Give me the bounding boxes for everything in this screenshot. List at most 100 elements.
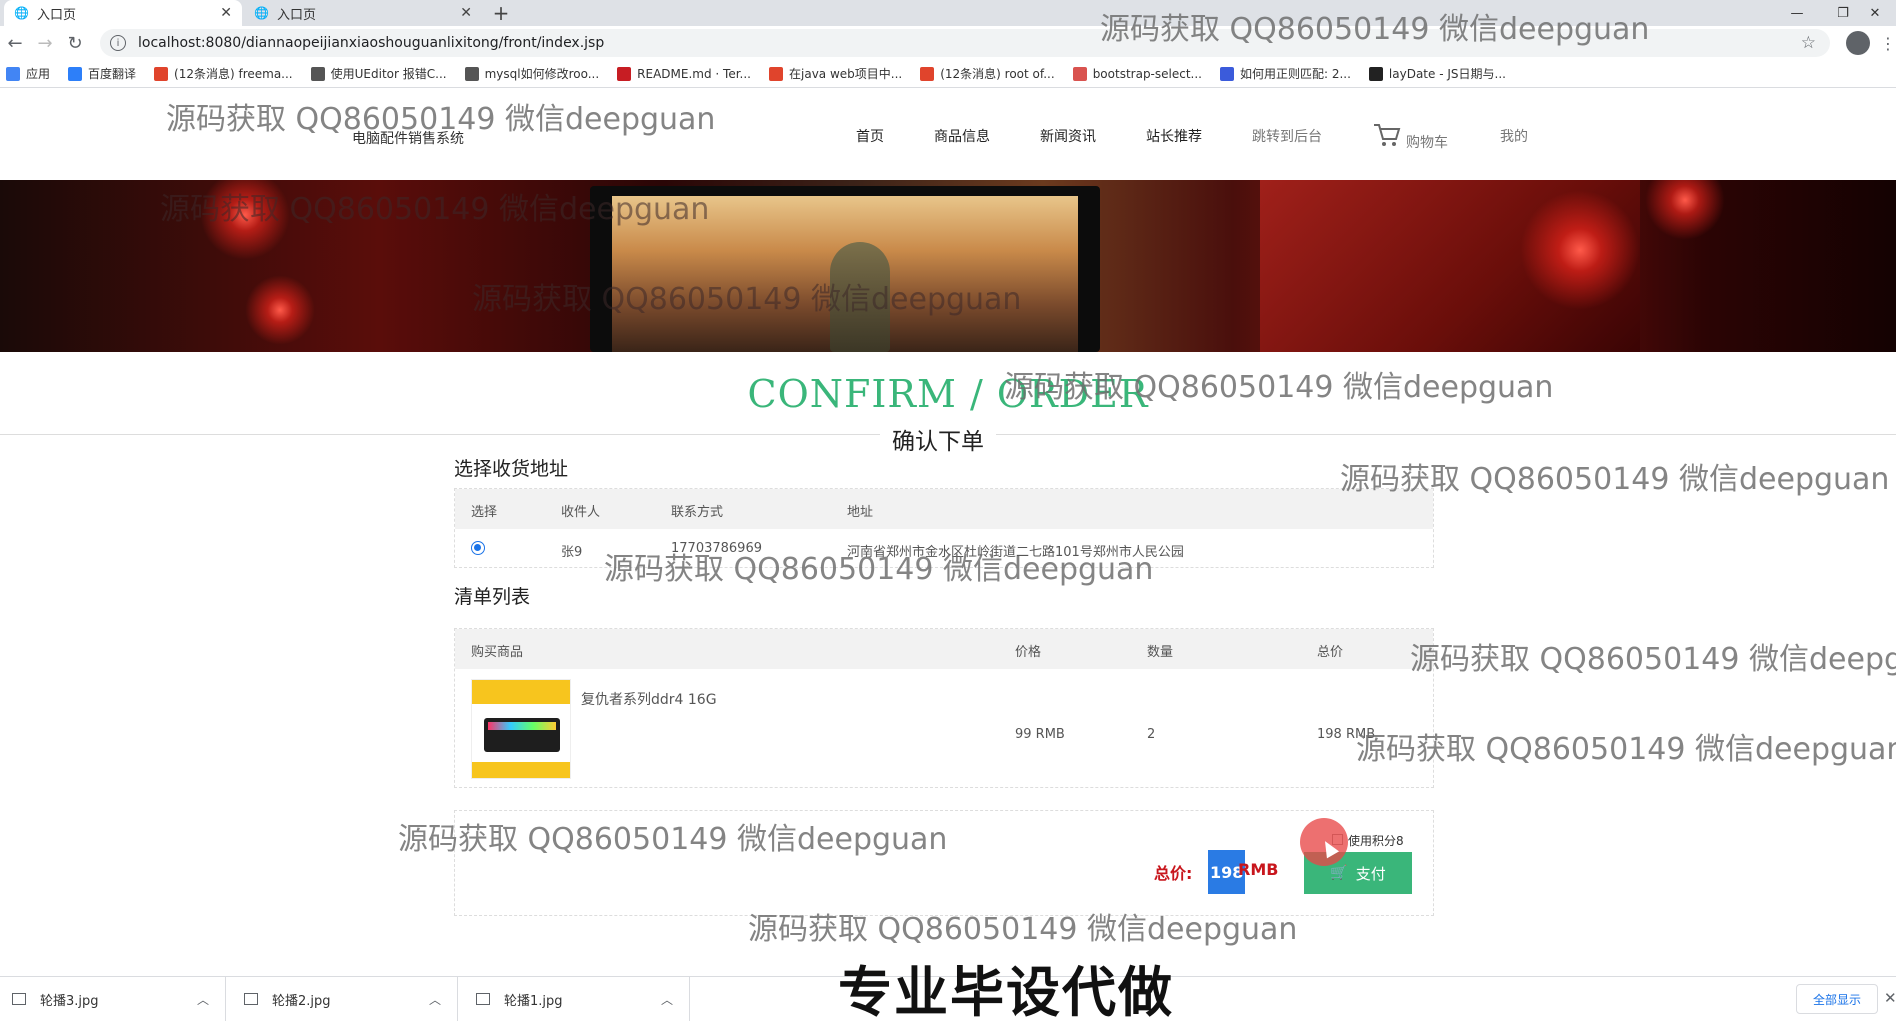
bookmark-item[interactable]: 应用 <box>6 65 50 82</box>
nav-admin[interactable]: 跳转到后台 <box>1252 126 1322 146</box>
bookmark-label: mysql如何修改roo... <box>484 67 600 81</box>
total-label: 总价: <box>1154 864 1193 883</box>
gitee-icon <box>617 66 632 81</box>
watermark: 源码获取 QQ86050149 微信deepguan <box>1356 732 1896 767</box>
bookmark-item[interactable]: mysql如何修改roo... <box>464 65 600 82</box>
bookmark-item[interactable]: bootstrap-select... <box>1072 66 1202 81</box>
confirm-title-cn: 确认下单 <box>880 422 996 456</box>
url-text: localhost:8080/diannaopeijianxiaoshougua… <box>138 35 605 51</box>
image-file-icon <box>244 993 258 1005</box>
csdn-icon <box>154 66 169 81</box>
bookmark-label: bootstrap-select... <box>1092 66 1202 81</box>
order-col-qty: 数量 <box>1147 645 1174 660</box>
use-points-label: 使用积分8 <box>1348 834 1404 848</box>
bookmark-item[interactable]: 使用UEditor 报错C... <box>310 65 447 82</box>
watermark: 源码获取 QQ86050149 微信deepguan <box>160 192 710 227</box>
order-col-price: 价格 <box>1015 645 1042 660</box>
watermark: 源码获取 QQ86050149 微信deepguan <box>1004 370 1554 405</box>
csdn-icon <box>920 66 935 81</box>
browser-tab[interactable]: 🌐 入口页 ✕ <box>244 0 482 26</box>
layui-icon <box>1368 66 1383 81</box>
bookmark-label: README.md · Ter... <box>637 66 751 81</box>
download-filename: 轮播2.jpg <box>272 993 331 1009</box>
bookmark-item[interactable]: 百度翻译 <box>68 65 136 82</box>
watermark: 源码获取 QQ86050149 微信deepguan <box>1410 642 1896 677</box>
bookmark-item[interactable]: README.md · Ter... <box>617 66 751 81</box>
globe-icon: 🌐 <box>14 6 29 20</box>
bookmark-icon <box>310 66 325 81</box>
banner-glow <box>1645 180 1725 240</box>
bookmark-icon <box>464 66 479 81</box>
nav-recommend[interactable]: 站长推荐 <box>1146 126 1202 146</box>
bookmark-item[interactable]: 在java web项目中... <box>769 65 902 82</box>
bookmark-label: 在java web项目中... <box>789 67 903 81</box>
bookmark-star-icon[interactable]: ☆ <box>1801 33 1816 53</box>
browser-tab-active[interactable]: 🌐 入口页 ✕ <box>4 0 242 26</box>
nav-products[interactable]: 商品信息 <box>934 126 990 146</box>
address-section-title: 选择收货地址 <box>454 458 569 480</box>
nav-cart[interactable]: 购物车 <box>1406 132 1448 152</box>
bookmark-item[interactable]: layDate - JS日期与... <box>1368 65 1506 82</box>
address-col-name: 收件人 <box>561 505 601 520</box>
watermark: 源码获取 QQ86050149 微信deepguan <box>1340 462 1890 497</box>
globe-icon: 🌐 <box>254 6 269 20</box>
reload-icon[interactable]: ↻ <box>60 28 90 58</box>
overlay-caption: 专业毕设代做 <box>838 961 1174 1024</box>
download-item[interactable]: 轮播2.jpg ︿ <box>232 977 458 1021</box>
bookmark-item[interactable]: (12条消息) root of... <box>920 65 1055 82</box>
address-radio[interactable] <box>471 541 485 555</box>
nav-mine[interactable]: 我的 <box>1500 126 1528 146</box>
address-col-select: 选择 <box>471 505 498 520</box>
new-tab-button[interactable]: + <box>488 0 514 26</box>
info-icon[interactable]: i <box>110 35 126 51</box>
back-arrow-icon[interactable]: ← <box>0 28 30 58</box>
tab-close-icon[interactable]: ✕ <box>460 5 472 21</box>
confirm-title-en: CONFIRM / ORDER <box>747 372 1149 416</box>
profile-avatar-icon[interactable] <box>1846 31 1870 55</box>
download-filename: 轮播3.jpg <box>40 993 99 1009</box>
watermark: 源码获取 QQ86050149 微信deepguan <box>166 102 716 137</box>
product-price: 99 RMB <box>1015 727 1065 742</box>
product-qty: 2 <box>1147 727 1156 742</box>
downloads-close-icon[interactable]: ✕ <box>1884 989 1896 1007</box>
banner-glow <box>1520 190 1640 310</box>
bookmark-item[interactable]: (12条消息) freema... <box>154 65 293 82</box>
tab-close-icon[interactable]: ✕ <box>220 5 232 21</box>
chevron-up-icon[interactable]: ︿ <box>429 991 441 1008</box>
watermark: 源码获取 QQ86050149 微信deepguan <box>748 912 1298 947</box>
chevron-up-icon[interactable]: ︿ <box>661 991 673 1008</box>
window-close-button[interactable]: ✕ <box>1852 0 1896 26</box>
bookmark-item[interactable]: 如何用正则匹配: 2... <box>1219 65 1351 82</box>
forward-arrow-icon[interactable]: → <box>30 28 60 58</box>
nav-news[interactable]: 新闻资讯 <box>1040 126 1096 146</box>
product-name[interactable]: 复仇者系列ddr4 16G <box>581 689 717 709</box>
total-unit: RMB <box>1238 860 1279 879</box>
minimize-button[interactable]: — <box>1774 0 1820 26</box>
product-thumbnail[interactable] <box>471 679 571 779</box>
list-section-title: 清单列表 <box>454 586 531 608</box>
order-col-product: 购买商品 <box>471 645 524 660</box>
image-file-icon <box>476 993 490 1005</box>
chevron-up-icon[interactable]: ︿ <box>197 991 209 1008</box>
pay-label: 支付 <box>1355 864 1386 883</box>
download-item[interactable]: 轮播1.jpg ︿ <box>464 977 690 1021</box>
show-all-downloads-button[interactable]: 全部显示 <box>1796 984 1878 1014</box>
jianshu-icon <box>1072 66 1087 81</box>
watermark: 源码获取 QQ86050149 微信deepguan <box>1100 12 1650 47</box>
download-item[interactable]: 轮播3.jpg ︿ <box>0 977 226 1021</box>
menu-kebab-icon[interactable]: ⋮ <box>1880 34 1896 53</box>
address-col-phone: 联系方式 <box>671 505 724 520</box>
bookmark-label: (12条消息) freema... <box>174 67 293 81</box>
apps-icon <box>6 66 20 81</box>
nav-home[interactable]: 首页 <box>856 126 884 146</box>
download-filename: 轮播1.jpg <box>504 993 563 1009</box>
bookmark-label: 如何用正则匹配: 2... <box>1239 67 1351 81</box>
bookmark-label: (12条消息) root of... <box>940 67 1055 81</box>
image-file-icon <box>12 993 26 1005</box>
order-row: 复仇者系列ddr4 16G 99 RMB 2 198 RMB <box>455 669 1433 789</box>
csdn-icon <box>769 66 783 81</box>
address-col-address: 地址 <box>847 505 874 520</box>
bookmark-label: 应用 <box>26 67 51 81</box>
cart-icon[interactable] <box>1372 122 1402 148</box>
bookmark-label: 使用UEditor 报错C... <box>330 67 447 81</box>
